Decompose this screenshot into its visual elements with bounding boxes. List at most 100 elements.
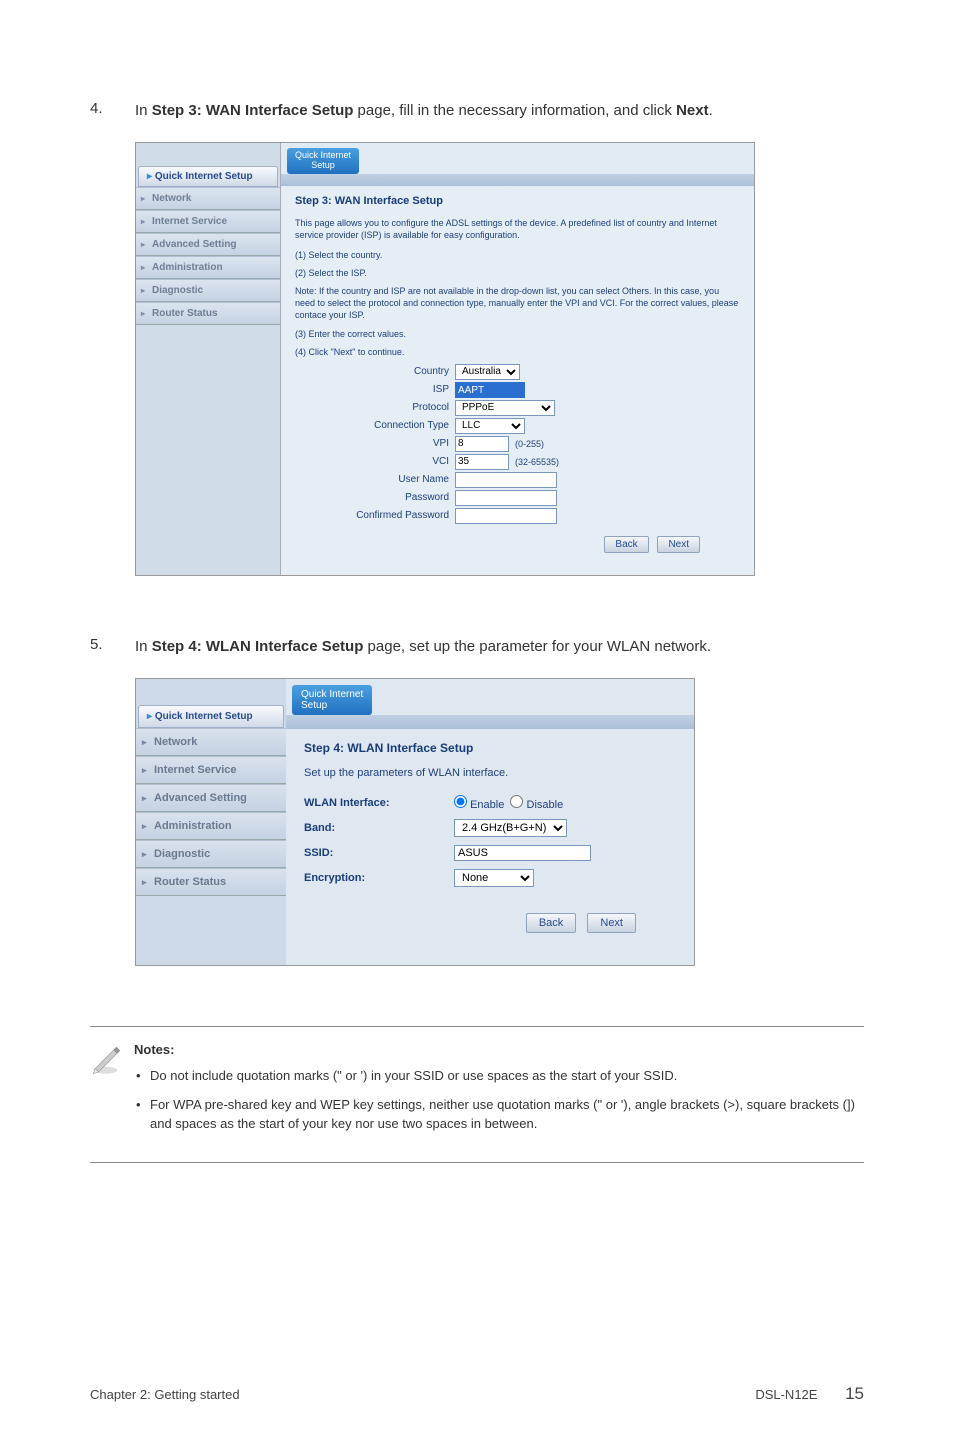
field-confirm-password: Confirmed Password <box>295 508 740 524</box>
screenshot-wlan-setup: ▸ Quick Internet Setup Network Internet … <box>135 678 695 966</box>
instruction-line: (1) Select the country. <box>295 249 740 261</box>
page-footer: Chapter 2: Getting started DSL-N12E 15 <box>90 1384 864 1404</box>
radio-label: Enable <box>470 799 504 811</box>
panel-description: Set up the parameters of WLAN interface. <box>304 767 676 779</box>
hint: (0-255) <box>509 439 544 449</box>
encryption-select[interactable]: None <box>454 869 534 887</box>
label: Protocol <box>295 402 455 413</box>
text: In <box>135 638 152 655</box>
text: page, fill in the necessary information,… <box>353 102 676 119</box>
field-password: Password <box>295 490 740 506</box>
sidebar: ▸ Quick Internet Setup Network Internet … <box>136 679 286 965</box>
quick-internet-setup-pill[interactable]: Quick InternetSetup <box>287 148 359 174</box>
page-number: 15 <box>845 1384 864 1403</box>
sidebar-item-administration[interactable]: Administration <box>136 256 280 279</box>
footer-chapter: Chapter 2: Getting started <box>90 1387 240 1402</box>
confirm-password-input[interactable] <box>455 508 557 524</box>
button-bar: Back Next <box>295 526 740 567</box>
sidebar-item-network[interactable]: Network <box>136 187 280 210</box>
back-button[interactable]: Back <box>526 913 576 933</box>
text: In <box>135 102 152 119</box>
sidebar-item-internet-service[interactable]: Internet Service <box>136 210 280 233</box>
sidebar-item-diagnostic[interactable]: Diagnostic <box>136 840 286 868</box>
screenshot-wan-setup: ▸ Quick Internet Setup Network Internet … <box>135 142 755 576</box>
username-input[interactable] <box>455 472 557 488</box>
text: . <box>709 102 713 119</box>
text-bold: Step 3: WAN Interface Setup <box>152 102 354 119</box>
sidebar-item-network[interactable]: Network <box>136 728 286 756</box>
tab-label: Quick Internet Setup <box>155 171 253 182</box>
sidebar-active-tab[interactable]: ▸ Quick Internet Setup <box>138 705 284 728</box>
note-item: For WPA pre-shared key and WEP key setti… <box>134 1096 864 1134</box>
header-stripe <box>281 174 754 186</box>
field-vpi: VPI (0-255) <box>295 436 740 452</box>
band-select[interactable]: 2.4 GHz(B+G+N) <box>454 819 567 837</box>
label: VCI <box>295 456 455 467</box>
ssid-input[interactable] <box>454 845 591 861</box>
text: page, set up the parameter for your WLAN… <box>363 638 711 655</box>
vci-input[interactable] <box>455 454 509 470</box>
field-protocol: Protocol PPPoE <box>295 400 740 416</box>
label: VPI <box>295 438 455 449</box>
country-select[interactable]: Australia <box>455 364 520 380</box>
button-bar: Back Next <box>304 895 676 953</box>
label: Encryption: <box>304 872 454 884</box>
panel-title: Step 3: WAN Interface Setup <box>295 195 740 207</box>
instruction-line: (3) Enter the correct values. <box>295 328 740 340</box>
note-item: Do not include quotation marks (" or ') … <box>134 1067 864 1086</box>
instruction-step-5: 5. In Step 4: WLAN Interface Setup page,… <box>90 636 864 966</box>
note-text: Note: If the country and ISP are not ava… <box>295 285 740 321</box>
text-bold: Step 4: WLAN Interface Setup <box>152 638 364 655</box>
field-connection-type: Connection Type LLC <box>295 418 740 434</box>
sidebar-item-router-status[interactable]: Router Status <box>136 868 286 896</box>
label: ISP <box>295 384 455 395</box>
next-button[interactable]: Next <box>657 536 700 553</box>
protocol-select[interactable]: PPPoE <box>455 400 555 416</box>
sidebar-item-administration[interactable]: Administration <box>136 812 286 840</box>
step-text: In Step 4: WLAN Interface Setup page, se… <box>135 636 711 658</box>
label: Band: <box>304 822 454 834</box>
field-country: Country Australia <box>295 364 740 380</box>
main-panel: Quick InternetSetup Step 3: WAN Interfac… <box>281 143 754 575</box>
notes-content: Notes: Do not include quotation marks ("… <box>134 1041 864 1144</box>
label: User Name <box>295 474 455 485</box>
tab-label: Quick Internet Setup <box>155 711 253 722</box>
panel-title: Step 4: WLAN Interface Setup <box>304 741 676 755</box>
vpi-input[interactable] <box>455 436 509 452</box>
instruction-step-4: 4. In Step 3: WAN Interface Setup page, … <box>90 100 864 576</box>
sidebar-active-tab[interactable]: ▸ Quick Internet Setup <box>138 166 278 187</box>
label: Connection Type <box>295 420 455 431</box>
sidebar-item-router-status[interactable]: Router Status <box>136 302 280 325</box>
password-input[interactable] <box>455 490 557 506</box>
sidebar-item-advanced-setting[interactable]: Advanced Setting <box>136 784 286 812</box>
next-button[interactable]: Next <box>587 913 636 933</box>
panel-description: This page allows you to configure the AD… <box>295 217 740 241</box>
quick-internet-setup-pill[interactable]: Quick InternetSetup <box>292 685 372 715</box>
hint: (32-65535) <box>509 457 559 467</box>
field-wlan-interface: WLAN Interface: Enable Disable <box>304 795 676 811</box>
field-band: Band: 2.4 GHz(B+G+N) <box>304 819 676 837</box>
footer-model: DSL-N12E <box>755 1387 817 1402</box>
label: WLAN Interface: <box>304 797 454 809</box>
field-isp: ISP AAPT <box>295 382 740 398</box>
back-button[interactable]: Back <box>604 536 648 553</box>
field-ssid: SSID: <box>304 845 676 861</box>
connection-type-select[interactable]: LLC <box>455 418 525 434</box>
notes-block: Notes: Do not include quotation marks ("… <box>90 1026 864 1163</box>
wlan-disable-radio[interactable] <box>510 795 523 808</box>
sidebar-item-diagnostic[interactable]: Diagnostic <box>136 279 280 302</box>
header-stripe <box>286 715 694 729</box>
sidebar-item-internet-service[interactable]: Internet Service <box>136 756 286 784</box>
notes-title: Notes: <box>134 1041 864 1060</box>
field-vci: VCI (32-65535) <box>295 454 740 470</box>
isp-select[interactable]: AAPT <box>455 382 525 398</box>
sidebar-item-advanced-setting[interactable]: Advanced Setting <box>136 233 280 256</box>
pencil-icon <box>90 1041 134 1144</box>
main-panel: Quick InternetSetup Step 4: WLAN Interfa… <box>286 679 694 965</box>
wlan-enable-radio[interactable] <box>454 795 467 808</box>
field-encryption: Encryption: None <box>304 869 676 887</box>
text-bold: Next <box>676 102 709 119</box>
step-text: In Step 3: WAN Interface Setup page, fil… <box>135 100 713 122</box>
label: SSID: <box>304 847 454 859</box>
radio-label: Disable <box>527 799 564 811</box>
